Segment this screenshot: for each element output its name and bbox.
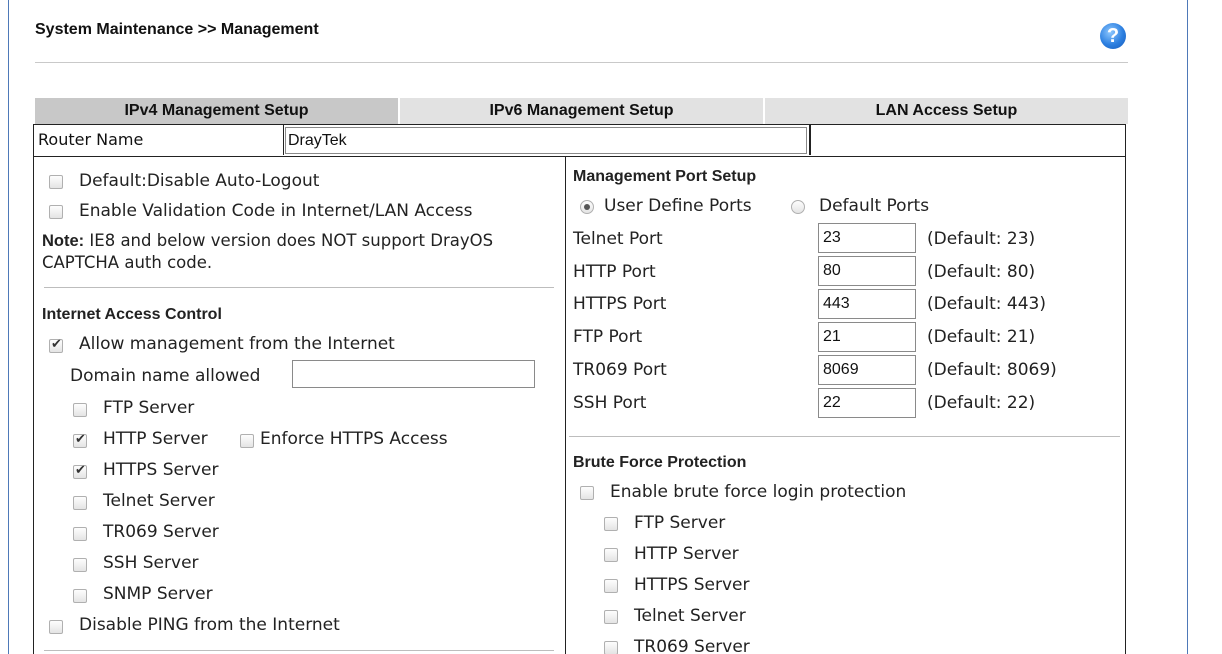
user-define-ports-label: User Define Ports	[604, 196, 752, 216]
brute-ftp-label: FTP Server	[634, 513, 726, 533]
router-name-label: Router Name	[34, 125, 284, 155]
tab-ipv6-management[interactable]: IPv6 Management Setup	[398, 98, 763, 124]
brute-https-checkbox[interactable]	[604, 579, 618, 593]
brute-tr069-checkbox[interactable]	[604, 641, 618, 654]
ftp-port-input[interactable]: 21	[818, 322, 916, 352]
tr069-port-default: (Default: 8069)	[927, 360, 1057, 380]
brute-telnet-checkbox[interactable]	[604, 610, 618, 624]
brute-tr069-label: TR069 Server	[634, 637, 750, 654]
internet-tr069-checkbox[interactable]	[73, 527, 87, 541]
left-panel: Default:Disable Auto-Logout Enable Valid…	[33, 157, 566, 654]
help-icon[interactable]: ?	[1100, 23, 1126, 49]
brute-http-checkbox[interactable]	[604, 548, 618, 562]
internet-snmp-checkbox[interactable]	[73, 589, 87, 603]
brute-ftp-checkbox[interactable]	[604, 517, 618, 531]
brute-https-label: HTTPS Server	[634, 575, 750, 595]
internet-telnet-checkbox[interactable]	[73, 496, 87, 510]
https-port-input[interactable]: 443	[818, 289, 916, 319]
internet-ftp-label: FTP Server	[103, 398, 195, 418]
internet-telnet-label: Telnet Server	[103, 491, 215, 511]
header-divider	[35, 62, 1128, 63]
validation-code-checkbox[interactable]	[49, 205, 63, 219]
tab-lan-access[interactable]: LAN Access Setup	[763, 98, 1128, 124]
domain-allowed-input[interactable]	[292, 360, 535, 388]
validation-code-label: Enable Validation Code in Internet/LAN A…	[79, 201, 473, 221]
note-text: IE8 and below version does NOT support D…	[42, 231, 494, 272]
brute-force-heading: Brute Force Protection	[573, 454, 747, 471]
captcha-note: Note: IE8 and below version does NOT sup…	[42, 230, 542, 274]
router-name-row: Router Name DrayTek	[33, 124, 1126, 157]
left-divider-1	[44, 287, 554, 288]
note-prefix: Note:	[42, 232, 85, 250]
brute-force-enable-checkbox[interactable]	[580, 486, 594, 500]
https-port-label: HTTPS Port	[573, 294, 667, 314]
ftp-port-default: (Default: 21)	[927, 327, 1036, 347]
internet-ssh-checkbox[interactable]	[73, 558, 87, 572]
https-port-default: (Default: 443)	[927, 294, 1046, 314]
internet-http-label: HTTP Server	[103, 429, 208, 449]
ssh-port-label: SSH Port	[573, 393, 647, 413]
internet-ssh-label: SSH Server	[103, 553, 199, 573]
internet-snmp-label: SNMP Server	[103, 584, 213, 604]
auto-logout-checkbox[interactable]	[49, 175, 63, 189]
auto-logout-label: Default:Disable Auto-Logout	[79, 171, 320, 191]
internet-https-label: HTTPS Server	[103, 460, 219, 480]
brute-http-label: HTTP Server	[634, 544, 739, 564]
tr069-port-input[interactable]: 8069	[818, 355, 916, 385]
router-name-divider	[809, 125, 811, 155]
right-divider	[569, 436, 1120, 437]
ssh-port-input[interactable]: 22	[818, 388, 916, 418]
port-setup-heading: Management Port Setup	[573, 168, 757, 185]
telnet-port-label: Telnet Port	[573, 229, 663, 249]
brute-force-enable-label: Enable brute force login protection	[610, 482, 907, 502]
default-ports-radio[interactable]	[791, 200, 805, 214]
http-port-label: HTTP Port	[573, 262, 656, 282]
internet-https-checkbox[interactable]	[73, 463, 87, 479]
ftp-port-label: FTP Port	[573, 327, 643, 347]
enforce-https-checkbox[interactable]	[240, 434, 254, 448]
left-divider-2	[44, 650, 554, 651]
brute-telnet-label: Telnet Server	[634, 606, 746, 626]
domain-allowed-label: Domain name allowed	[70, 366, 261, 386]
allow-internet-checkbox[interactable]	[49, 337, 63, 353]
tab-ipv4-management[interactable]: IPv4 Management Setup	[35, 98, 398, 124]
tr069-port-label: TR069 Port	[573, 360, 667, 380]
telnet-port-default: (Default: 23)	[927, 229, 1036, 249]
tab-bar: IPv4 Management Setup IPv6 Management Se…	[35, 98, 1128, 124]
disable-ping-checkbox[interactable]	[49, 620, 63, 634]
right-panel: Management Port Setup User Define Ports …	[565, 157, 1126, 654]
enforce-https-label: Enforce HTTPS Access	[260, 429, 448, 449]
telnet-port-input[interactable]: 23	[818, 223, 916, 253]
router-name-input[interactable]: DrayTek	[285, 127, 807, 154]
http-port-default: (Default: 80)	[927, 262, 1036, 282]
disable-ping-label: Disable PING from the Internet	[79, 615, 340, 635]
user-define-ports-radio[interactable]	[580, 200, 594, 214]
http-port-input[interactable]: 80	[818, 256, 916, 286]
ssh-port-default: (Default: 22)	[927, 393, 1036, 413]
internet-ftp-checkbox[interactable]	[73, 403, 87, 417]
internet-http-checkbox[interactable]	[73, 432, 87, 448]
internet-access-heading: Internet Access Control	[42, 306, 222, 323]
page-title: System Maintenance >> Management	[35, 21, 319, 38]
default-ports-label: Default Ports	[819, 196, 930, 216]
internet-tr069-label: TR069 Server	[103, 522, 219, 542]
allow-internet-label: Allow management from the Internet	[79, 334, 395, 354]
